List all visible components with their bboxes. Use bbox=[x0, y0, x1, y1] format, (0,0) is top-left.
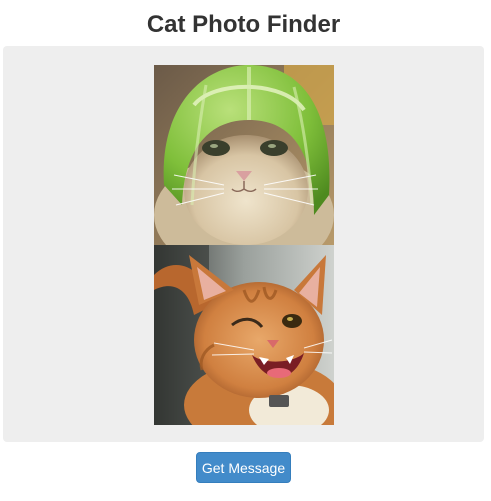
page: Cat Photo Finder Get Message bbox=[0, 0, 491, 501]
get-message-button[interactable]: Get Message bbox=[196, 452, 291, 483]
message-box bbox=[3, 46, 484, 442]
winking-cat-photo bbox=[154, 245, 334, 425]
page-title: Cat Photo Finder bbox=[146, 11, 341, 38]
cat-helmet-photo bbox=[154, 65, 334, 245]
